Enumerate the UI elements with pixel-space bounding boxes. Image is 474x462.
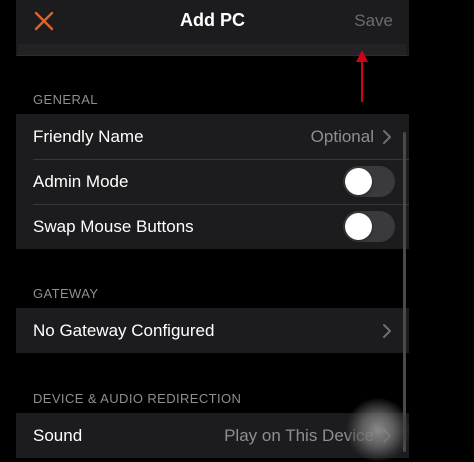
swap-mouse-label: Swap Mouse Buttons [33, 216, 194, 236]
swap-mouse-row: Swap Mouse Buttons [16, 204, 409, 249]
gateway-row[interactable]: No Gateway Configured [16, 308, 409, 353]
toggle-knob [345, 213, 372, 240]
toggle-knob [345, 168, 372, 195]
save-button[interactable]: Save [354, 11, 393, 31]
gateway-label: No Gateway Configured [33, 320, 215, 340]
sound-label: Sound [33, 425, 83, 445]
annotation-arrow-icon [356, 50, 368, 102]
nav-underlay [18, 44, 406, 55]
chevron-right-icon [383, 129, 391, 144]
friendly-name-row[interactable]: Friendly Name Optional [16, 114, 409, 159]
gateway-group: No Gateway Configured [16, 308, 409, 353]
friendly-name-value: Optional [310, 126, 374, 146]
touch-indicator [346, 398, 410, 462]
section-header-gateway: GATEWAY [33, 286, 99, 301]
section-header-redirection: DEVICE & AUDIO REDIRECTION [33, 391, 242, 406]
scrollbar[interactable] [403, 132, 406, 452]
admin-mode-toggle[interactable] [343, 166, 395, 197]
swap-mouse-toggle[interactable] [343, 211, 395, 242]
page-title: Add PC [180, 10, 245, 30]
section-header-general: GENERAL [33, 92, 98, 107]
general-group: Friendly Name Optional Admin Mode Swap M… [16, 114, 409, 249]
chevron-right-icon [383, 323, 391, 338]
admin-mode-label: Admin Mode [33, 171, 129, 191]
admin-mode-row: Admin Mode [16, 159, 409, 204]
friendly-name-label: Friendly Name [33, 126, 144, 146]
